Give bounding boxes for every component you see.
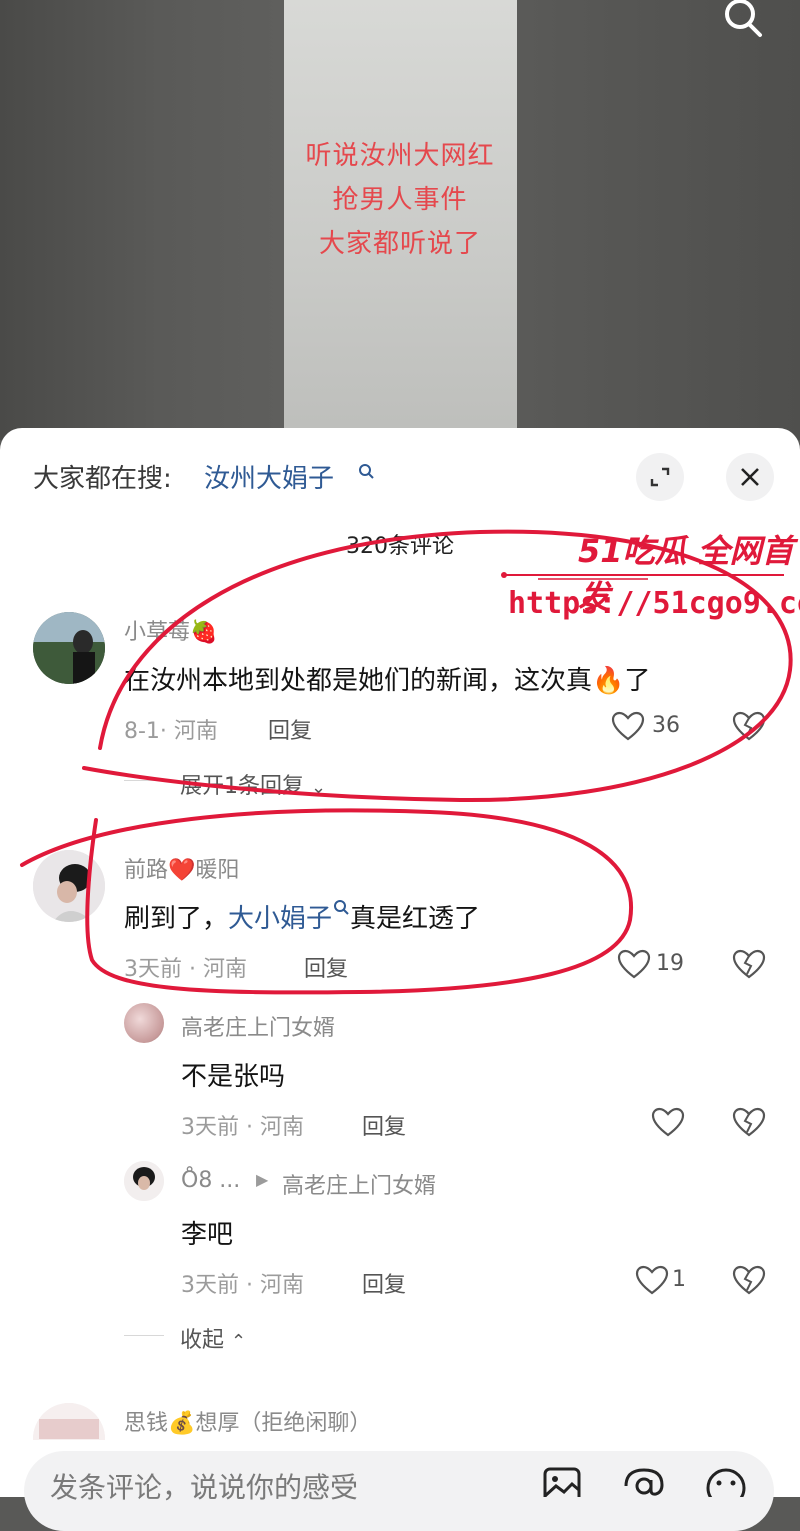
search-small-icon — [334, 900, 349, 915]
close-button[interactable] — [726, 453, 774, 501]
like-icon[interactable] — [610, 710, 646, 742]
search-small-icon — [359, 464, 374, 479]
like-count: 19 — [656, 951, 684, 976]
collapse-replies-button[interactable]: 收起 ⌃ — [180, 1322, 246, 1354]
like-count: 1 — [672, 1267, 686, 1292]
reply-to-username[interactable]: 高老庄上门女婿 — [282, 1168, 436, 1200]
dislike-icon[interactable] — [732, 1264, 766, 1296]
search-icon[interactable] — [718, 0, 766, 40]
comment-meta: 3天前 · 河南 — [124, 957, 247, 982]
mention-icon[interactable] — [622, 1466, 666, 1497]
like-icon[interactable] — [634, 1264, 670, 1296]
like-count: 36 — [652, 713, 680, 738]
comment-username[interactable]: 小草莓🍓 — [124, 614, 217, 646]
video-caption-line: 大家都听说了 — [318, 229, 481, 259]
chevron-down-icon: ⌄ — [311, 777, 327, 798]
reply-button[interactable]: 回复 — [362, 1267, 406, 1299]
comment-search-link[interactable]: 大小娟子 — [228, 904, 332, 934]
reply-arrow-icon: ▶ — [256, 1170, 269, 1189]
watermark-underline — [501, 572, 784, 580]
trending-search-link[interactable]: 汝州大娟子 — [204, 458, 334, 495]
chevron-up-icon: ⌃ — [231, 1331, 247, 1352]
trending-search-label: 大家都在搜: — [33, 464, 172, 494]
reply-button[interactable]: 回复 — [362, 1109, 406, 1141]
reply-meta: 3天前 · 河南 — [181, 1273, 304, 1298]
avatar-photo — [124, 1161, 164, 1201]
video-caption-line: 抢男人事件 — [332, 185, 468, 215]
reply-button[interactable]: 回复 — [268, 713, 312, 745]
comment-text-part: 真是红透了 — [350, 904, 481, 934]
avatar[interactable] — [33, 612, 105, 684]
divider — [124, 780, 164, 781]
collapse-replies-label: 收起 — [180, 1328, 225, 1353]
comment-input-placeholder: 发条评论，说说你的感受 — [50, 1471, 359, 1504]
divider — [124, 1335, 164, 1336]
reply-username[interactable]: O̊8 ... — [181, 1168, 240, 1193]
reply-username[interactable]: 高老庄上门女婿 — [181, 1010, 335, 1042]
dislike-icon[interactable] — [732, 710, 766, 742]
reply-text: 李吧 — [181, 1220, 234, 1250]
dislike-icon[interactable] — [732, 1106, 766, 1138]
expand-icon — [650, 467, 670, 487]
expand-fullscreen-button[interactable] — [636, 453, 684, 501]
watermark-url: https://51cgo9.com — [508, 586, 800, 621]
emoji-icon[interactable] — [704, 1466, 748, 1497]
like-icon[interactable] — [650, 1106, 686, 1138]
expand-replies-label: 展开1条回复 — [180, 774, 304, 799]
avatar-photo — [33, 612, 105, 684]
reply-text: 不是张吗 — [181, 1062, 286, 1092]
video-caption-line: 听说汝州大网红 — [305, 141, 495, 171]
comment-username[interactable]: 前路❤️暖阳 — [124, 852, 239, 884]
avatar[interactable] — [124, 1161, 164, 1201]
comment-text-part: 刷到了， — [124, 904, 229, 934]
comment-text: 刷到了，大小娟子 真是红透了 — [124, 898, 480, 935]
like-icon[interactable] — [616, 948, 652, 980]
comment-username[interactable]: 思钱💰想厚（拒绝闲聊） — [124, 1405, 371, 1437]
close-icon — [741, 468, 759, 486]
expand-replies-button[interactable]: 展开1条回复 ⌄ — [180, 768, 326, 800]
reply-button[interactable]: 回复 — [304, 951, 348, 983]
avatar[interactable] — [33, 850, 105, 922]
comment-meta: 8-1· 河南 — [124, 719, 218, 744]
image-icon[interactable] — [542, 1466, 582, 1497]
avatar[interactable] — [124, 1003, 164, 1043]
comment-text: 在汝州本地到处都是她们的新闻，这次真🔥了 — [124, 666, 651, 696]
reply-meta: 3天前 · 河南 — [181, 1115, 304, 1140]
dislike-icon[interactable] — [732, 948, 766, 980]
avatar-photo — [33, 850, 105, 922]
